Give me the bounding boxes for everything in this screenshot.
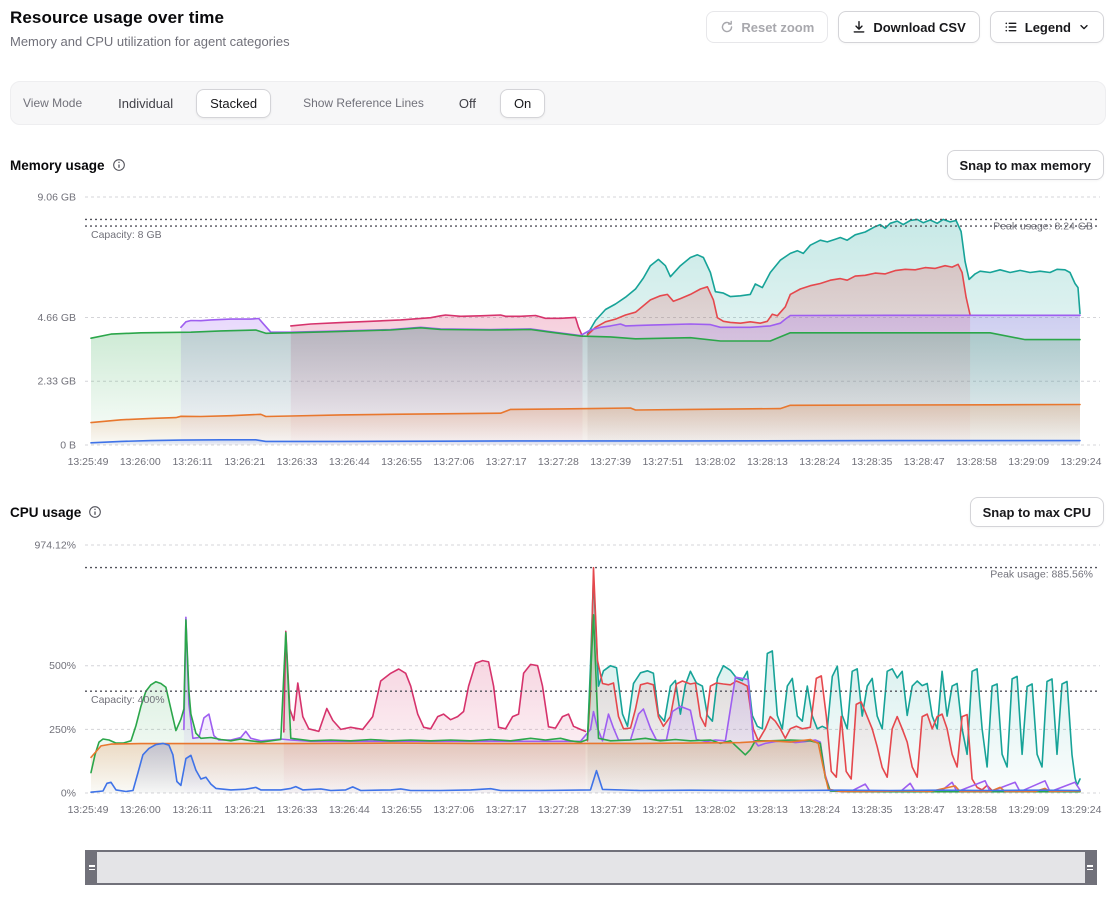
snap-to-max-memory-button[interactable]: Snap to max memory bbox=[947, 150, 1105, 180]
cpu-section-header: CPU usage Snap to max CPU bbox=[10, 495, 1104, 529]
y-axis-tick-label: 2.33 GB bbox=[37, 376, 76, 388]
download-csv-label: Download CSV bbox=[873, 20, 965, 35]
cpu-chart-svg: 974.12% 500% 250% 0% 13:25:49 13:26:00 13:26:1… bbox=[0, 533, 1116, 823]
memory-chart[interactable]: 9.06 GB 4.66 GB 2.33 GB 0 B 13:25:49 13:26:00… bbox=[0, 185, 1116, 475]
x-axis-tick-label: 13:26:00 bbox=[120, 456, 161, 468]
download-csv-button[interactable]: Download CSV bbox=[838, 11, 979, 43]
x-axis-tick-label: 13:25:49 bbox=[68, 456, 109, 468]
x-axis-tick-label: 13:29:24 bbox=[1061, 804, 1102, 816]
x-axis-tick-label: 13:29:24 bbox=[1061, 456, 1102, 468]
y-axis-tick-label: 4.66 GB bbox=[37, 312, 76, 324]
download-icon bbox=[852, 20, 866, 34]
view-mode-individual[interactable]: Individual bbox=[104, 89, 187, 118]
x-axis-tick-label: 13:26:55 bbox=[381, 804, 422, 816]
x-axis-tick-label: 13:27:51 bbox=[642, 804, 683, 816]
x-axis-tick-label: 13:26:00 bbox=[120, 804, 161, 816]
memory-chart-svg: 9.06 GB 4.66 GB 2.33 GB 0 B 13:25:49 13:26:00… bbox=[0, 185, 1116, 475]
x-axis-tick-label: 13:26:21 bbox=[224, 456, 265, 468]
info-icon[interactable] bbox=[88, 505, 102, 519]
memory-usage-title-text: Memory usage bbox=[10, 158, 105, 173]
x-axis-tick-label: 13:26:44 bbox=[329, 456, 370, 468]
chevron-down-icon bbox=[1078, 21, 1090, 33]
info-icon[interactable] bbox=[112, 158, 126, 172]
x-axis-tick-label: 13:27:39 bbox=[590, 456, 631, 468]
reference-line-label: Capacity: 8 GB bbox=[91, 229, 162, 241]
cpu-usage-title: CPU usage bbox=[10, 505, 102, 520]
time-range-brush[interactable] bbox=[85, 850, 1097, 885]
x-axis-tick-label: 13:27:28 bbox=[538, 804, 579, 816]
chart-controls-bar: View Mode Individual Stacked Show Refere… bbox=[10, 81, 1106, 125]
x-axis-tick-label: 13:28:47 bbox=[904, 456, 945, 468]
x-axis-tick-label: 13:27:17 bbox=[486, 456, 527, 468]
view-mode-label: View Mode bbox=[23, 96, 82, 110]
x-axis-tick-label: 13:28:02 bbox=[695, 804, 736, 816]
x-axis-tick-label: 13:26:11 bbox=[172, 804, 212, 816]
page-header-text: Resource usage over time Memory and CPU … bbox=[10, 8, 290, 49]
x-axis-tick-label: 13:26:21 bbox=[224, 804, 265, 816]
y-axis-tick-label: 0 B bbox=[60, 440, 76, 452]
legend-list-icon bbox=[1004, 20, 1018, 34]
x-axis-tick-label: 13:27:28 bbox=[538, 456, 579, 468]
reference-lines-on[interactable]: On bbox=[500, 89, 545, 118]
x-axis-tick-label: 13:26:11 bbox=[172, 456, 212, 468]
snap-to-max-cpu-button[interactable]: Snap to max CPU bbox=[970, 497, 1104, 527]
x-axis-tick-label: 13:28:35 bbox=[852, 456, 893, 468]
x-axis-tick-label: 13:27:51 bbox=[642, 456, 683, 468]
reset-zoom-label: Reset zoom bbox=[741, 20, 814, 35]
x-axis-tick-label: 13:27:06 bbox=[433, 456, 474, 468]
x-axis-tick-label: 13:27:17 bbox=[486, 804, 527, 816]
x-axis-tick-label: 13:28:35 bbox=[852, 804, 893, 816]
x-axis-tick-label: 13:26:33 bbox=[277, 804, 318, 816]
brush-handle-left[interactable] bbox=[87, 852, 97, 883]
page-title: Resource usage over time bbox=[10, 8, 290, 28]
reference-line-label: Peak usage: 8.24 GB bbox=[993, 220, 1093, 232]
resource-usage-page: Resource usage over time Memory and CPU … bbox=[0, 0, 1116, 906]
reset-zoom-button[interactable]: Reset zoom bbox=[706, 11, 828, 43]
x-axis-tick-label: 13:26:55 bbox=[381, 456, 422, 468]
x-axis-tick-label: 13:28:24 bbox=[799, 804, 840, 816]
cpu-usage-title-text: CPU usage bbox=[10, 505, 81, 520]
x-axis-tick-label: 13:28:13 bbox=[747, 804, 788, 816]
y-axis-tick-label: 9.06 GB bbox=[37, 192, 76, 204]
page-header: Resource usage over time Memory and CPU … bbox=[10, 8, 1104, 49]
x-axis-tick-label: 13:28:47 bbox=[904, 804, 945, 816]
x-axis-tick-label: 13:27:39 bbox=[590, 804, 631, 816]
reference-line-label: Capacity: 400% bbox=[91, 694, 165, 706]
y-axis-tick-label: 500% bbox=[49, 660, 76, 672]
reference-line-label: Peak usage: 885.56% bbox=[990, 569, 1093, 581]
x-axis-tick-label: 13:25:49 bbox=[68, 804, 109, 816]
memory-usage-title: Memory usage bbox=[10, 158, 126, 173]
show-reference-lines-label: Show Reference Lines bbox=[303, 96, 424, 110]
x-axis-tick-label: 13:29:09 bbox=[1008, 804, 1049, 816]
memory-section-header: Memory usage Snap to max memory bbox=[10, 148, 1104, 182]
y-axis-tick-label: 0% bbox=[61, 788, 76, 800]
reference-lines-off[interactable]: Off bbox=[445, 89, 490, 118]
cpu-chart[interactable]: 974.12% 500% 250% 0% 13:25:49 13:26:00 13:26:1… bbox=[0, 533, 1116, 823]
x-axis-tick-label: 13:26:33 bbox=[277, 456, 318, 468]
y-axis-tick-label: 250% bbox=[49, 724, 76, 736]
x-axis-tick-label: 13:27:06 bbox=[433, 804, 474, 816]
x-axis-tick-label: 13:29:09 bbox=[1008, 456, 1049, 468]
view-mode-stacked[interactable]: Stacked bbox=[196, 89, 271, 118]
page-subtitle: Memory and CPU utilization for agent cat… bbox=[10, 34, 290, 49]
x-axis-tick-label: 13:28:24 bbox=[799, 456, 840, 468]
y-axis-tick-label: 974.12% bbox=[35, 540, 76, 552]
x-axis-tick-label: 13:28:02 bbox=[695, 456, 736, 468]
x-axis-tick-label: 13:28:13 bbox=[747, 456, 788, 468]
legend-button[interactable]: Legend bbox=[990, 11, 1104, 43]
x-axis-tick-label: 13:28:58 bbox=[956, 456, 997, 468]
brush-handle-right[interactable] bbox=[1085, 852, 1095, 883]
x-axis-tick-label: 13:28:58 bbox=[956, 804, 997, 816]
refresh-icon bbox=[720, 20, 734, 34]
x-axis-tick-label: 13:26:44 bbox=[329, 804, 370, 816]
legend-label: Legend bbox=[1025, 20, 1071, 35]
header-actions: Reset zoom Download CSV Legend bbox=[706, 11, 1104, 43]
